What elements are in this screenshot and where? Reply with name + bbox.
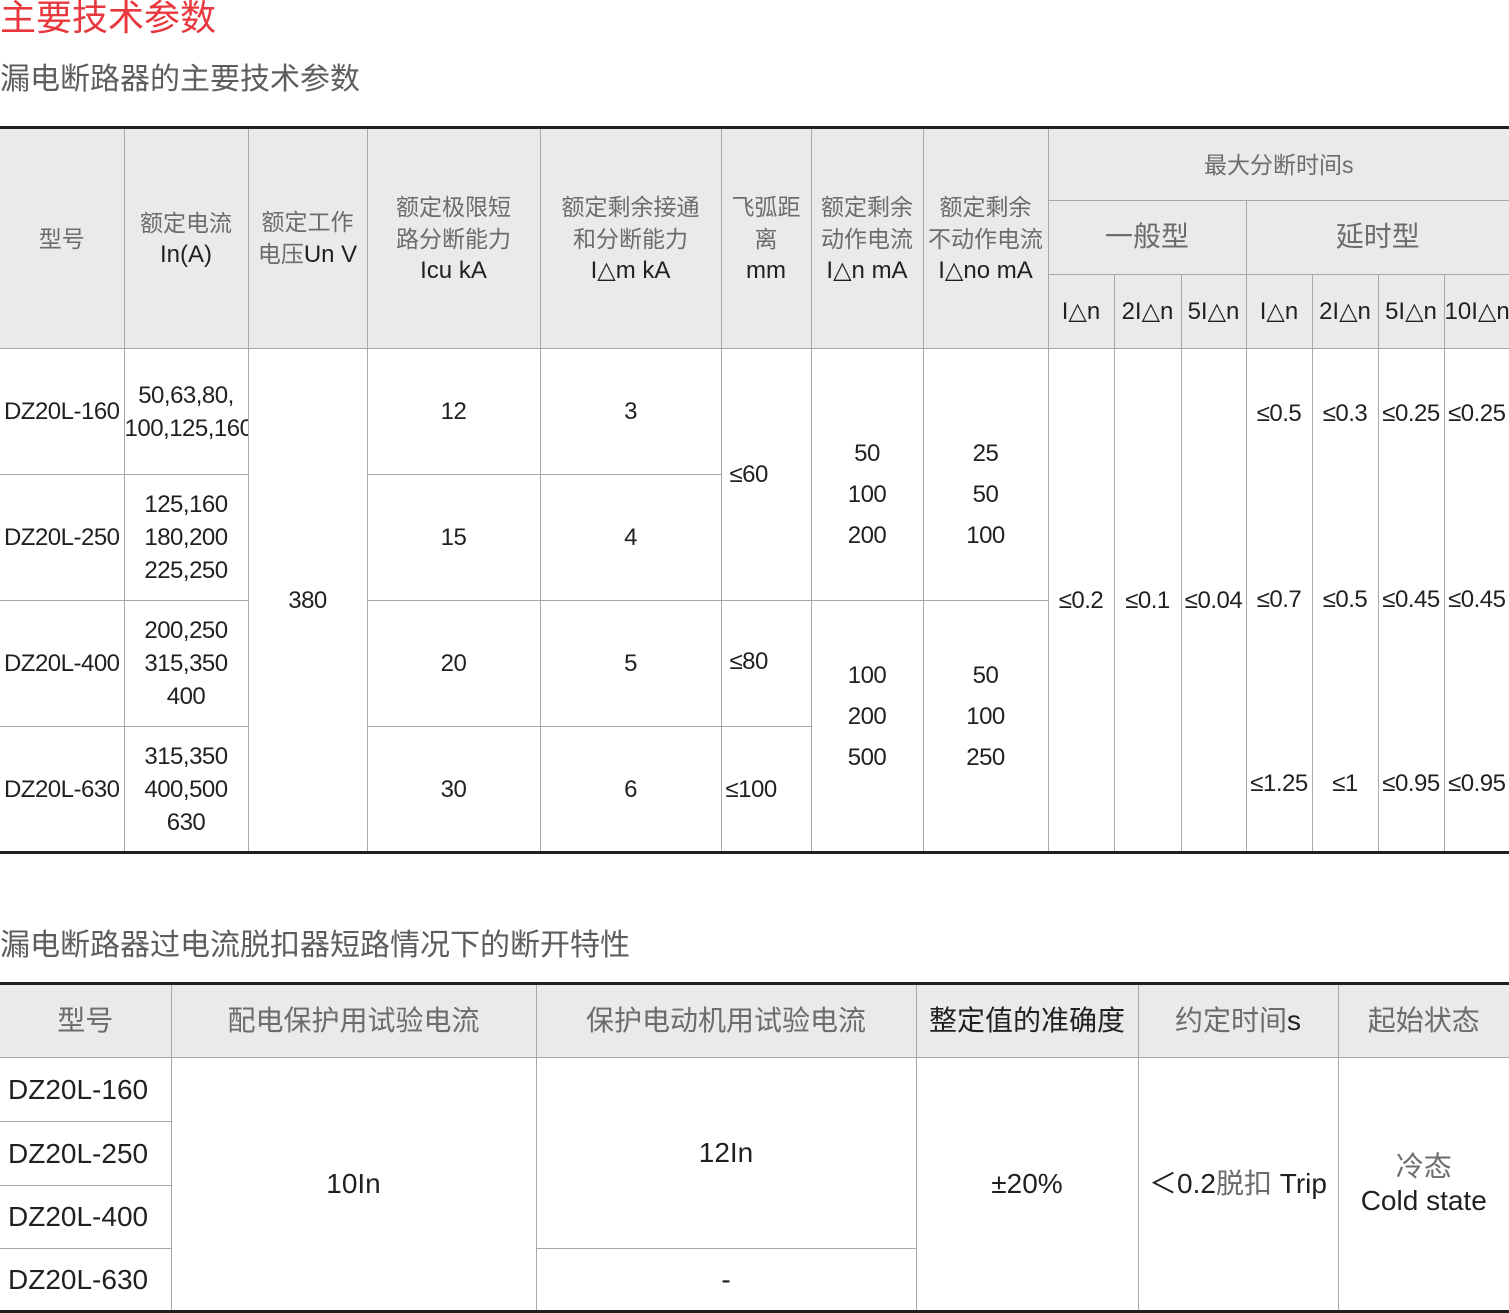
arc-cell: ≤100 bbox=[720, 726, 812, 853]
header-icu: 额定极限短 路分断能力 Icu kA bbox=[366, 127, 541, 349]
current-cell: 200,250 315,350 400 bbox=[123, 600, 249, 727]
header-arc-distance: 飞弧距离 mm bbox=[720, 127, 812, 349]
im-cell: 3 bbox=[539, 348, 722, 475]
header-delay-1: I△n bbox=[1245, 274, 1313, 349]
icu-cell: 12 bbox=[366, 348, 541, 475]
page-title: 主要技术参数 bbox=[0, 0, 217, 38]
general-time-1: ≤0.2 bbox=[1047, 348, 1115, 853]
header-delay-10: 10I△n bbox=[1443, 274, 1509, 349]
header-model: 型号 bbox=[0, 983, 172, 1058]
model-cell: DZ20L-400 bbox=[0, 600, 125, 727]
header-idn: 额定剩余 动作电流 I△n mA bbox=[810, 127, 924, 349]
current-cell: 50,63,80, 100,125,160 bbox=[123, 348, 249, 475]
model-cell: DZ20L-630 bbox=[0, 1248, 172, 1312]
header-delay-5: 5I△n bbox=[1377, 274, 1445, 349]
header-max-break-time: 最大分断时间s bbox=[1047, 127, 1509, 201]
im-cell: 5 bbox=[539, 600, 722, 727]
current-cell: 125,160 180,200 225,250 bbox=[123, 474, 249, 601]
header-delay-2: 2I△n bbox=[1311, 274, 1379, 349]
delay-times-5: ≤0.25 ≤0.45 ≤0.95 bbox=[1377, 348, 1445, 853]
main-params-table: 型号 额定电流 In(A) 额定工作 电压Un V 额定极限短 路分断能力 Ic… bbox=[0, 126, 1509, 854]
accuracy-cell: ±20% bbox=[915, 1057, 1139, 1312]
header-general-1: I△n bbox=[1048, 274, 1115, 349]
table-row: DZ20L-160 50,63,80, 100,125,160 380 12 3… bbox=[0, 348, 1509, 853]
header-general-5: 5I△n bbox=[1180, 274, 1247, 349]
dist-current-cell: 10In bbox=[170, 1057, 537, 1312]
time-cell: ＜0.2脱扣 Trip bbox=[1137, 1057, 1339, 1312]
icu-cell: 15 bbox=[366, 474, 541, 601]
model-cell: DZ20L-630 bbox=[0, 726, 125, 853]
delay-times-1: ≤0.5 ≤0.7 ≤1.25 bbox=[1245, 348, 1313, 853]
arc-cell: ≤60 bbox=[720, 348, 812, 601]
delay-times-10: ≤0.25 ≤0.45 ≤0.95 bbox=[1443, 348, 1509, 853]
header-state: 起始状态 bbox=[1337, 983, 1509, 1058]
trip-characteristics-table: 型号 配电保护用试验电流 保护电动机用试验电流 整定值的准确度 约定时间s 起始… bbox=[0, 982, 1509, 1313]
motor-current-630-cell: - bbox=[535, 1248, 917, 1312]
arc-cell: ≤80 bbox=[720, 600, 812, 727]
im-cell: 4 bbox=[539, 474, 722, 601]
current-cell: 315,350 400,500 630 bbox=[123, 726, 249, 853]
idno-cell: 50 100 250 bbox=[922, 600, 1049, 853]
model-cell: DZ20L-160 bbox=[0, 348, 125, 475]
idno-cell: 25 50 100 bbox=[922, 348, 1049, 601]
header-idno: 额定剩余 不动作电流 I△no mA bbox=[922, 127, 1049, 349]
header-general-2: 2I△n bbox=[1113, 274, 1182, 349]
model-cell: DZ20L-400 bbox=[0, 1185, 172, 1249]
header-rated-voltage: 额定工作 电压Un V bbox=[247, 127, 368, 349]
model-cell: DZ20L-160 bbox=[0, 1057, 172, 1122]
table-row: DZ20L-160 10In 12In ±20% ＜0.2脱扣 Trip 冷态 … bbox=[0, 1057, 1509, 1312]
header-im: 额定剩余接通 和分断能力 I△m kA bbox=[539, 127, 722, 349]
idn-cell: 100 200 500 bbox=[810, 600, 924, 853]
model-cell: DZ20L-250 bbox=[0, 1121, 172, 1186]
motor-current-cell: 12In bbox=[535, 1057, 917, 1249]
header-general-type: 一般型 bbox=[1048, 200, 1247, 275]
header-dist-current: 配电保护用试验电流 bbox=[170, 983, 537, 1058]
section1-heading: 漏电断路器的主要技术参数 bbox=[0, 63, 360, 96]
header-time: 约定时间s bbox=[1137, 983, 1339, 1058]
header-accuracy: 整定值的准确度 bbox=[915, 983, 1139, 1058]
section2-heading: 漏电断路器过电流脱扣器短路情况下的断开特性 bbox=[0, 929, 630, 962]
voltage-cell: 380 bbox=[247, 348, 368, 853]
header-model: 型号 bbox=[0, 127, 125, 349]
idn-cell: 50 100 200 bbox=[810, 348, 924, 601]
im-cell: 6 bbox=[539, 726, 722, 853]
model-cell: DZ20L-250 bbox=[0, 474, 125, 601]
icu-cell: 20 bbox=[366, 600, 541, 727]
header-delay-type: 延时型 bbox=[1245, 200, 1509, 275]
general-time-2: ≤0.1 bbox=[1113, 348, 1182, 853]
header-rated-current: 额定电流 In(A) bbox=[123, 127, 249, 349]
general-time-5: ≤0.04 bbox=[1180, 348, 1247, 853]
state-cell: 冷态 Cold state bbox=[1337, 1057, 1509, 1312]
header-motor-current: 保护电动机用试验电流 bbox=[535, 983, 917, 1058]
delay-times-2: ≤0.3 ≤0.5 ≤1 bbox=[1311, 348, 1379, 853]
icu-cell: 30 bbox=[366, 726, 541, 853]
